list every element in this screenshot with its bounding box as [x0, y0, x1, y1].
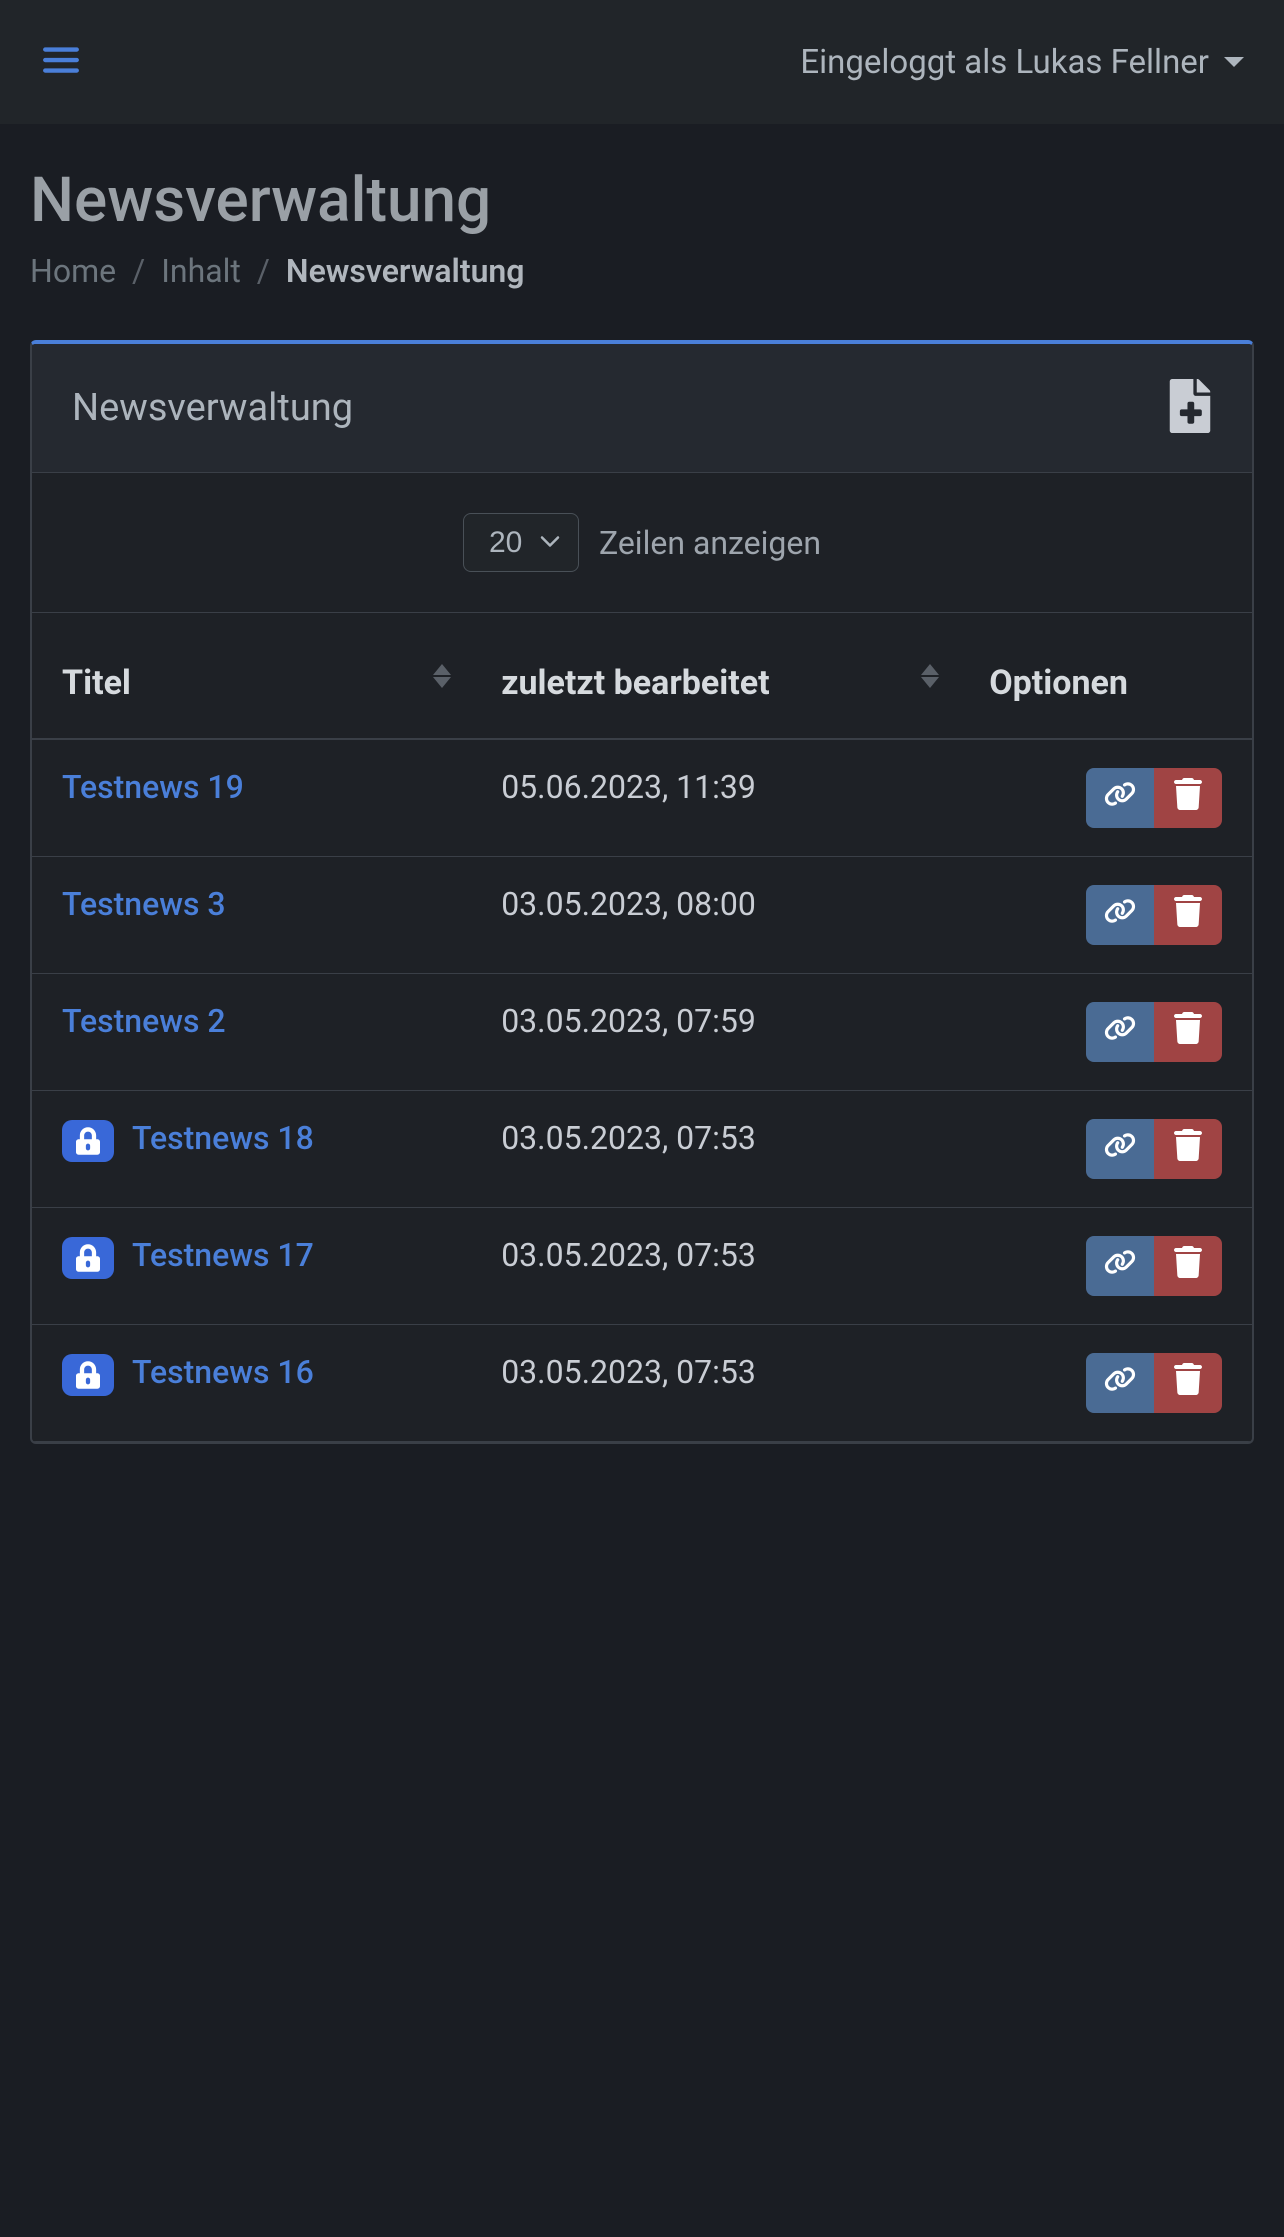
- title-cell: Testnews 19: [32, 739, 471, 857]
- table-row: Testnews 19 05.06.2023, 11:39: [32, 739, 1252, 857]
- title-cell: Testnews 16: [32, 1325, 471, 1442]
- user-dropdown[interactable]: Eingeloggt als Lukas Fellner: [800, 43, 1244, 82]
- news-title-link[interactable]: Testnews 3: [62, 885, 226, 923]
- title-cell: Testnews 3: [32, 857, 471, 974]
- user-label: Eingeloggt als Lukas Fellner: [800, 43, 1209, 82]
- column-title[interactable]: Titel: [32, 613, 471, 739]
- link-button[interactable]: [1086, 1353, 1154, 1413]
- trash-icon: [1172, 1363, 1204, 1403]
- title-cell: Testnews 2: [32, 974, 471, 1091]
- action-group: [1086, 768, 1222, 828]
- news-title-link[interactable]: Testnews 2: [62, 1002, 226, 1040]
- trash-icon: [1172, 1129, 1204, 1169]
- link-button[interactable]: [1086, 1119, 1154, 1179]
- lock-icon: [62, 1120, 114, 1162]
- breadcrumb-sep: /: [257, 252, 270, 290]
- breadcrumb-section[interactable]: Inhalt: [161, 252, 241, 290]
- navbar: Eingeloggt als Lukas Fellner: [0, 0, 1284, 124]
- actions-cell: [959, 1091, 1252, 1208]
- rows-label: Zeilen anzeigen: [599, 524, 821, 562]
- news-title-link[interactable]: Testnews 17: [132, 1236, 314, 1274]
- modified-cell: 03.05.2023, 07:53: [471, 1091, 959, 1208]
- delete-button[interactable]: [1154, 1236, 1222, 1296]
- hamburger-icon: [40, 39, 82, 81]
- link-button[interactable]: [1086, 1236, 1154, 1296]
- card-header: Newsverwaltung: [32, 344, 1252, 473]
- table-row: Testnews 18 03.05.2023, 07:53: [32, 1091, 1252, 1208]
- link-icon: [1104, 1129, 1136, 1169]
- delete-button[interactable]: [1154, 1002, 1222, 1062]
- breadcrumb-home[interactable]: Home: [30, 252, 116, 290]
- action-group: [1086, 885, 1222, 945]
- news-table: Titel zuletzt bearbeitet Optionen Testne…: [32, 613, 1252, 1442]
- rows-per-page-control: 20 Zeilen anzeigen: [32, 473, 1252, 613]
- table-row: Testnews 16 03.05.2023, 07:53: [32, 1325, 1252, 1442]
- rows-select-wrapper: 20: [463, 513, 579, 572]
- sort-icon: [433, 664, 451, 688]
- action-group: [1086, 1002, 1222, 1062]
- trash-icon: [1172, 1012, 1204, 1052]
- actions-cell: [959, 1325, 1252, 1442]
- modified-cell: 03.05.2023, 08:00: [471, 857, 959, 974]
- news-title-link[interactable]: Testnews 18: [132, 1119, 314, 1157]
- news-title-link[interactable]: Testnews 16: [132, 1353, 314, 1391]
- page-title: Newsverwaltung: [30, 164, 1254, 237]
- delete-button[interactable]: [1154, 768, 1222, 828]
- chevron-down-icon: [540, 533, 560, 552]
- add-news-button[interactable]: [1168, 379, 1212, 437]
- trash-icon: [1172, 1246, 1204, 1286]
- news-title-link[interactable]: Testnews 19: [62, 768, 244, 806]
- link-icon: [1104, 895, 1136, 935]
- rows-select[interactable]: 20: [489, 526, 523, 559]
- actions-cell: [959, 739, 1252, 857]
- table-row: Testnews 3 03.05.2023, 08:00: [32, 857, 1252, 974]
- link-button[interactable]: [1086, 885, 1154, 945]
- caret-down-icon: [1224, 57, 1244, 67]
- content: Newsverwaltung Home / Inhalt / Newsverwa…: [0, 124, 1284, 1484]
- modified-cell: 03.05.2023, 07:53: [471, 1208, 959, 1325]
- menu-toggle[interactable]: [40, 39, 82, 85]
- lock-icon: [62, 1354, 114, 1396]
- trash-icon: [1172, 895, 1204, 935]
- lock-icon: [62, 1237, 114, 1279]
- link-button[interactable]: [1086, 1002, 1154, 1062]
- link-icon: [1104, 1012, 1136, 1052]
- modified-cell: 05.06.2023, 11:39: [471, 739, 959, 857]
- title-cell: Testnews 17: [32, 1208, 471, 1325]
- title-cell: Testnews 18: [32, 1091, 471, 1208]
- breadcrumb-sep: /: [132, 252, 145, 290]
- action-group: [1086, 1119, 1222, 1179]
- actions-cell: [959, 1208, 1252, 1325]
- card-title: Newsverwaltung: [72, 386, 353, 430]
- actions-cell: [959, 857, 1252, 974]
- link-icon: [1104, 778, 1136, 818]
- action-group: [1086, 1236, 1222, 1296]
- table-row: Testnews 2 03.05.2023, 07:59: [32, 974, 1252, 1091]
- link-icon: [1104, 1246, 1136, 1286]
- column-modified[interactable]: zuletzt bearbeitet: [471, 613, 959, 739]
- table-row: Testnews 17 03.05.2023, 07:53: [32, 1208, 1252, 1325]
- trash-icon: [1172, 778, 1204, 818]
- column-options: Optionen: [959, 613, 1252, 739]
- modified-cell: 03.05.2023, 07:59: [471, 974, 959, 1091]
- delete-button[interactable]: [1154, 1119, 1222, 1179]
- modified-cell: 03.05.2023, 07:53: [471, 1325, 959, 1442]
- action-group: [1086, 1353, 1222, 1413]
- delete-button[interactable]: [1154, 885, 1222, 945]
- sort-icon: [921, 664, 939, 688]
- link-icon: [1104, 1363, 1136, 1403]
- actions-cell: [959, 974, 1252, 1091]
- link-button[interactable]: [1086, 768, 1154, 828]
- breadcrumb-current: Newsverwaltung: [286, 252, 525, 290]
- card: Newsverwaltung 20 Zeilen anzeigen: [30, 340, 1254, 1444]
- delete-button[interactable]: [1154, 1353, 1222, 1413]
- breadcrumb: Home / Inhalt / Newsverwaltung: [30, 252, 1254, 290]
- file-plus-icon: [1168, 379, 1212, 433]
